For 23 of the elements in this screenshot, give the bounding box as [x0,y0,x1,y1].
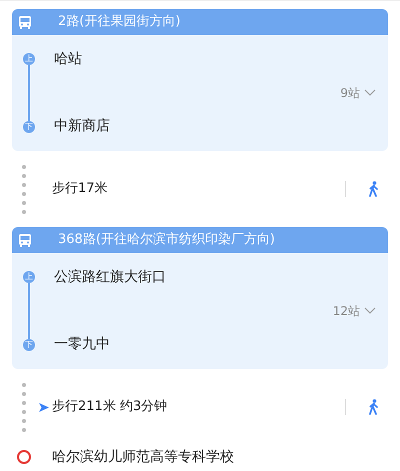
location-arrow-icon [39,402,49,412]
alighting-stop: 一零九中 [54,335,111,354]
walk-instruction: 步行211米 约3分钟 [52,398,168,416]
walking-person-icon [368,399,380,415]
destination-icon [17,450,31,464]
alight-marker: 下 [23,121,35,133]
board-marker: 上 [23,53,35,65]
bus-line-title: 368路(开往哈尔滨市纺织印染厂方向) [58,231,275,250]
alight-marker: 下 [23,339,35,351]
walking-person-icon [368,181,380,197]
board-marker: 上 [23,271,35,283]
bus-icon [18,233,32,247]
destination-name: 哈尔滨幼儿师范高等专科学校 [52,448,234,466]
bus-line-title: 2路(开往果园街方向) [58,13,180,32]
chevron-down-icon[interactable] [364,89,376,97]
boarding-stop: 哈站 [54,50,83,69]
boarding-stop: 公滨路红旗大街口 [54,268,167,287]
alighting-stop: 中新商店 [54,117,111,136]
walk-instruction: 步行17米 [52,180,109,198]
bus-icon [18,15,32,29]
stop-count[interactable]: 12站 [332,302,360,320]
chevron-down-icon[interactable] [364,307,376,315]
stop-count[interactable]: 9站 [340,84,360,102]
